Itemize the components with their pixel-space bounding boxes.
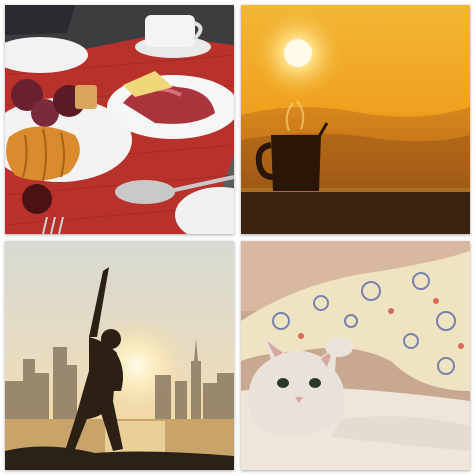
spoon bbox=[115, 180, 175, 204]
mug bbox=[271, 135, 321, 191]
cat-paw bbox=[325, 337, 353, 357]
croissant bbox=[6, 126, 80, 181]
coffee-cup bbox=[145, 15, 195, 47]
sunrise-scene bbox=[241, 5, 470, 234]
yoga-skyline-photo bbox=[5, 241, 234, 470]
sunrise-mug-photo bbox=[241, 5, 470, 234]
cat-eye-right bbox=[309, 378, 321, 388]
person-arm bbox=[5, 5, 75, 35]
cat-eye-left bbox=[277, 378, 289, 388]
yoga-scene bbox=[5, 241, 234, 470]
cat-scene bbox=[241, 241, 470, 470]
cat-blanket-photo bbox=[241, 241, 470, 470]
table bbox=[241, 188, 470, 234]
breakfast-scene bbox=[5, 5, 234, 234]
dark-fruit bbox=[22, 184, 52, 214]
breakfast-photo bbox=[5, 5, 234, 234]
